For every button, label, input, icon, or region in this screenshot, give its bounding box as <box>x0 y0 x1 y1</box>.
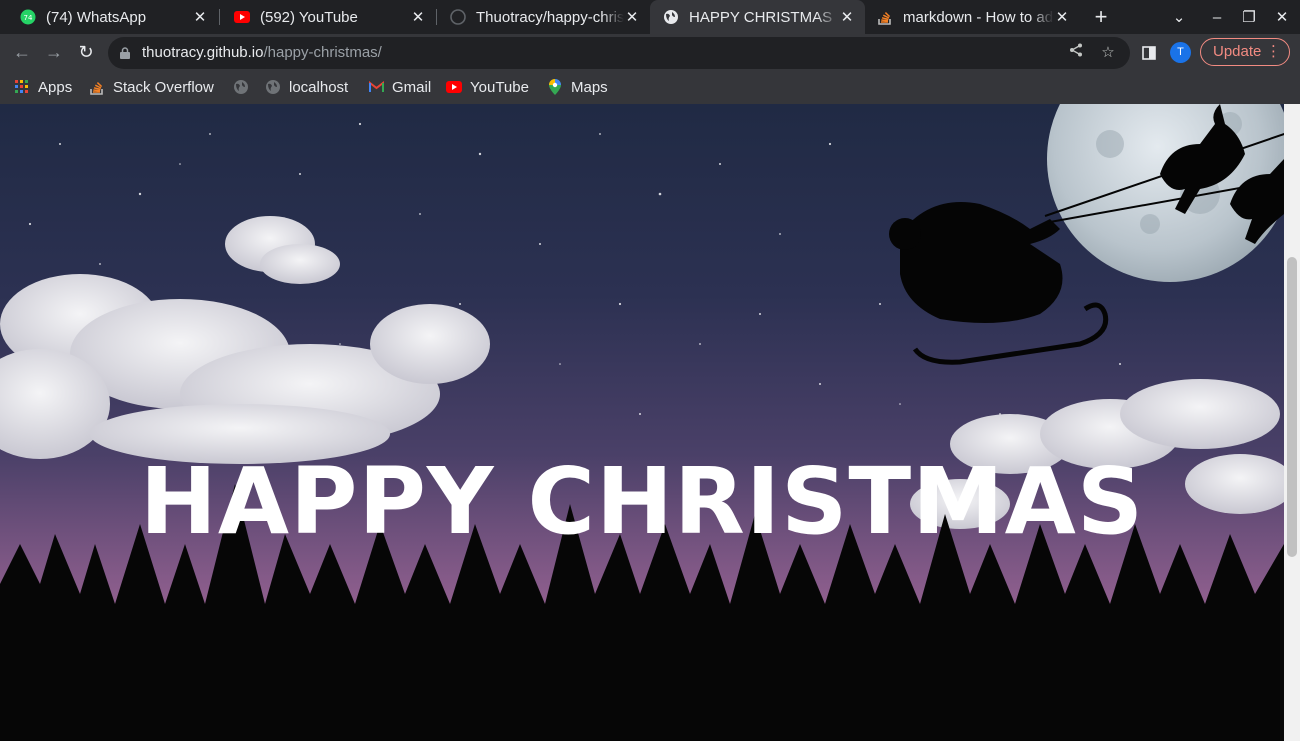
bookmark-unnamed[interactable] <box>233 76 257 98</box>
forward-icon[interactable]: → <box>42 41 66 65</box>
share-icon[interactable] <box>1066 43 1086 63</box>
new-tab-button[interactable]: + <box>1090 6 1112 29</box>
github-icon <box>450 9 466 25</box>
bookmark-label: localhost <box>289 78 349 96</box>
url-path: /happy-christmas/ <box>263 44 382 61</box>
globe-icon <box>265 79 281 95</box>
url-text: thuotracy.github.io/happy-christmas/ <box>142 44 382 61</box>
scrollbar-thumb[interactable] <box>1287 257 1297 557</box>
back-icon[interactable]: ← <box>10 41 34 65</box>
restore-icon[interactable]: ❐ <box>1238 7 1260 29</box>
tab-search-icon[interactable]: ⌄ <box>1168 7 1190 29</box>
apps-grid-icon <box>14 79 30 95</box>
bookmark-stack-overflow[interactable]: Stack Overflow <box>89 76 214 98</box>
gmail-icon <box>368 79 384 95</box>
minimize-icon[interactable]: – <box>1206 7 1228 29</box>
tab-whatsapp[interactable]: 74 (74) WhatsApp ✕ <box>0 0 218 34</box>
tab-title: Thuotracy/happy-christmas <box>476 8 624 26</box>
close-window-icon[interactable]: ✕ <box>1271 7 1293 29</box>
stackoverflow-icon <box>877 9 893 25</box>
globe-icon <box>663 9 679 25</box>
bookmark-maps[interactable]: Maps <box>547 76 608 98</box>
bookmarks-bar: Apps Stack Overflow localhost Gmail YouT… <box>0 70 1300 104</box>
bookmark-gmail[interactable]: Gmail <box>368 76 431 98</box>
bookmark-label: Apps <box>38 78 73 96</box>
bookmark-label: Stack Overflow <box>113 78 214 96</box>
reload-icon[interactable]: ↻ <box>74 41 98 65</box>
bookmark-star-icon[interactable]: ☆ <box>1098 43 1118 63</box>
bookmark-label: YouTube <box>470 78 529 96</box>
stackoverflow-icon <box>89 79 105 95</box>
more-menu-icon: ⋮ <box>1266 43 1281 60</box>
bookmark-label: Gmail <box>392 78 432 96</box>
browser-chrome: 74 (74) WhatsApp ✕ (592) YouTube ✕ Thuot… <box>0 0 1300 104</box>
url-host: thuotracy.github.io <box>142 44 264 61</box>
maps-icon <box>547 79 563 95</box>
close-tab-icon[interactable]: ✕ <box>192 9 208 26</box>
tab-github[interactable]: Thuotracy/happy-christmas ✕ <box>430 0 650 34</box>
whatsapp-icon: 74 <box>20 9 36 25</box>
tab-title: (592) YouTube <box>260 8 358 26</box>
toolbar: ← → ↻ thuotracy.github.io/happy-christma… <box>0 34 1300 70</box>
close-tab-icon[interactable]: ✕ <box>1054 9 1070 26</box>
bookmark-label: Maps <box>571 78 608 96</box>
close-tab-icon[interactable]: ✕ <box>624 9 640 26</box>
globe-icon <box>233 79 249 95</box>
update-button[interactable]: Update ⋮ <box>1200 38 1290 66</box>
tab-happy-christmas[interactable]: HAPPY CHRISTMAS ✕ <box>650 0 865 34</box>
side-panel-icon[interactable] <box>1137 41 1161 65</box>
bookmark-youtube[interactable]: YouTube <box>446 76 529 98</box>
hero-title: HAPPY CHRISTMAS <box>139 448 1145 555</box>
bookmark-localhost[interactable]: localhost <box>265 76 348 98</box>
update-label: Update <box>1213 43 1262 60</box>
tab-youtube[interactable]: (592) YouTube ✕ <box>214 0 436 34</box>
address-bar[interactable]: thuotracy.github.io/happy-christmas/ ☆ <box>108 37 1130 69</box>
youtube-icon <box>446 79 462 95</box>
vertical-scrollbar[interactable] <box>1284 104 1300 741</box>
tab-title: markdown - How to add <box>903 8 1054 26</box>
close-tab-icon[interactable]: ✕ <box>410 9 426 26</box>
profile-avatar[interactable]: T <box>1170 42 1191 63</box>
lock-icon <box>120 46 130 59</box>
tab-strip: 74 (74) WhatsApp ✕ (592) YouTube ✕ Thuot… <box>0 0 1300 34</box>
tab-title: HAPPY CHRISTMAS <box>689 8 833 26</box>
close-tab-icon[interactable]: ✕ <box>839 9 855 26</box>
night-sky-scene <box>0 104 1284 741</box>
svg-text:74: 74 <box>24 14 33 22</box>
tab-title: (74) WhatsApp <box>46 8 147 26</box>
bookmark-apps[interactable]: Apps <box>14 76 72 98</box>
youtube-icon <box>234 9 250 25</box>
tab-stackoverflow[interactable]: markdown - How to add ✕ <box>865 0 1080 34</box>
christmas-page: HAPPY CHRISTMAS <box>0 104 1284 741</box>
